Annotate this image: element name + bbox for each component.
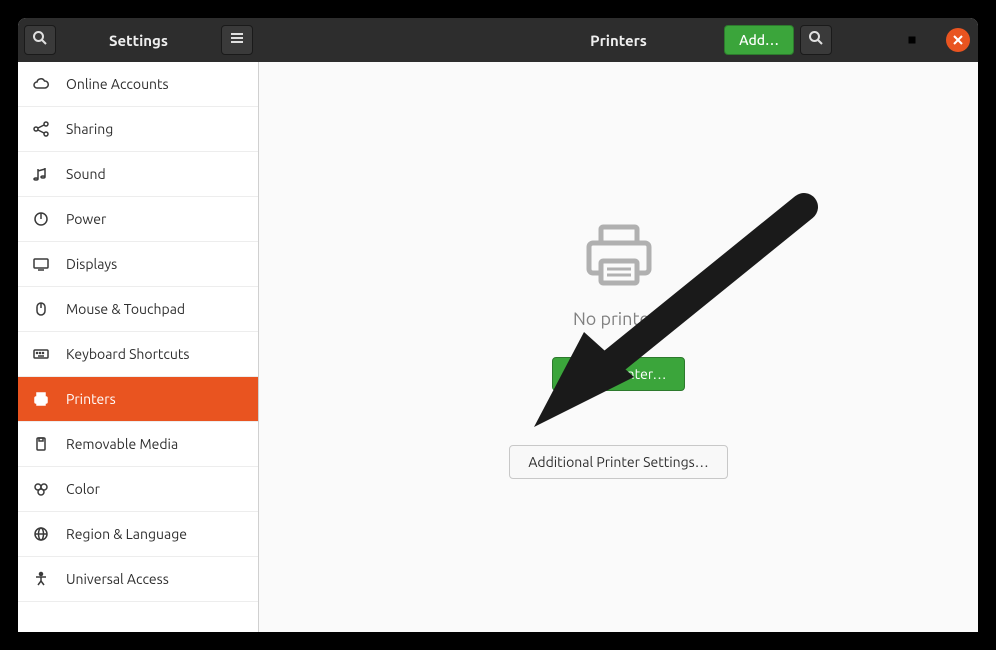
minimize-button[interactable] [854,28,878,52]
hamburger-icon [229,30,245,50]
sidebar-item-power[interactable]: Power [18,197,258,242]
sidebar: Online Accounts Sharing Sound Power Disp… [18,62,259,632]
share-icon [32,120,50,138]
hamburger-menu-button[interactable] [221,25,253,55]
sidebar-item-label: Sharing [66,121,113,137]
removable-icon [32,435,50,453]
sidebar-item-label: Sound [66,166,106,182]
globe-icon [32,525,50,543]
additional-printer-settings-button[interactable]: Additional Printer Settings… [509,445,727,479]
close-button[interactable] [946,28,970,52]
sidebar-item-printers[interactable]: Printers [18,377,258,422]
add-button-titlebar[interactable]: Add… [724,25,794,55]
content-area: Online Accounts Sharing Sound Power Disp… [18,62,978,632]
sidebar-item-mouse[interactable]: Mouse & Touchpad [18,287,258,332]
printer-illustration [579,215,659,299]
main-search-button[interactable] [800,25,832,55]
maximize-icon [907,31,917,49]
sidebar-search-button[interactable] [24,25,56,55]
settings-title: Settings [56,32,221,49]
sidebar-item-displays[interactable]: Displays [18,242,258,287]
sidebar-item-label: Online Accounts [66,76,169,92]
sidebar-item-label: Removable Media [66,436,178,452]
settings-window: Settings Printers Add… [18,18,978,632]
sidebar-item-sharing[interactable]: Sharing [18,107,258,152]
empty-state-text: No printers [573,309,664,329]
sidebar-item-universal-access[interactable]: Universal Access [18,557,258,602]
main-panel: No printers Add a Printer… Additional Pr… [259,62,978,632]
search-icon [32,30,48,50]
sidebar-item-online-accounts[interactable]: Online Accounts [18,62,258,107]
sidebar-item-label: Keyboard Shortcuts [66,346,189,362]
keyboard-icon [32,345,50,363]
annotation-arrow [514,187,834,451]
sidebar-item-keyboard[interactable]: Keyboard Shortcuts [18,332,258,377]
display-icon [32,255,50,273]
page-title: Printers [590,32,647,49]
titlebar-main-section: Printers Add… [259,18,978,62]
accessibility-icon [32,570,50,588]
titlebar-right-controls: Add… [724,25,978,55]
sidebar-item-region-language[interactable]: Region & Language [18,512,258,557]
color-icon [32,480,50,498]
sidebar-item-label: Color [66,481,100,497]
close-icon [953,31,963,49]
sidebar-item-label: Power [66,211,106,227]
sidebar-item-label: Region & Language [66,526,187,542]
power-icon [32,210,50,228]
sidebar-item-removable-media[interactable]: Removable Media [18,422,258,467]
search-icon [808,30,824,50]
add-printer-button[interactable]: Add a Printer… [552,357,686,391]
cloud-icon [32,75,50,93]
sidebar-item-label: Mouse & Touchpad [66,301,185,317]
printer-icon [32,390,50,408]
minimize-icon [861,31,871,49]
sidebar-item-sound[interactable]: Sound [18,152,258,197]
sound-icon [32,165,50,183]
sidebar-item-label: Universal Access [66,571,169,587]
mouse-icon [32,300,50,318]
titlebar-sidebar-section: Settings [18,18,259,62]
sidebar-item-color[interactable]: Color [18,467,258,512]
maximize-button[interactable] [900,28,924,52]
titlebar: Settings Printers Add… [18,18,978,62]
sidebar-item-label: Printers [66,391,116,407]
sidebar-item-label: Displays [66,256,117,272]
